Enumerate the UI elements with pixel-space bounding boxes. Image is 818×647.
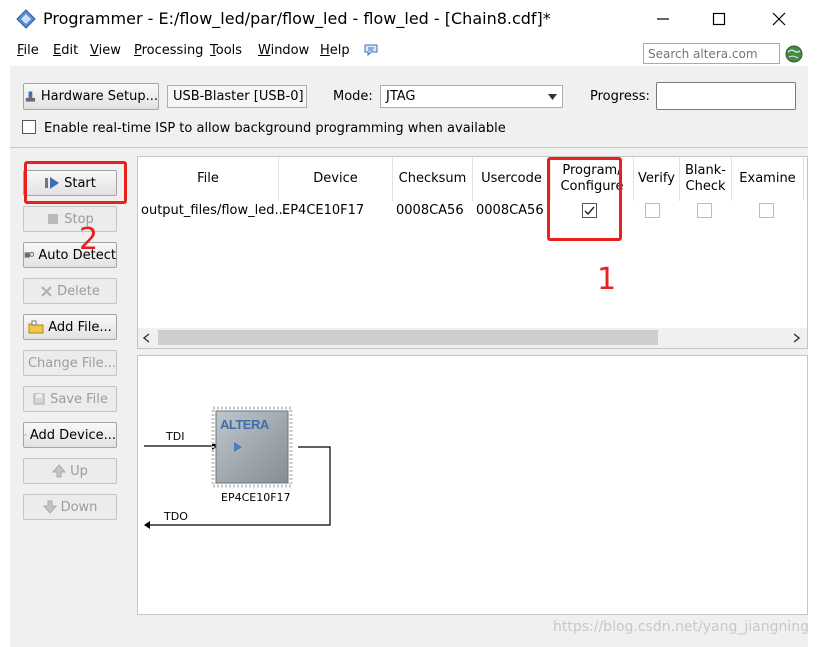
isp-checkbox[interactable] (22, 120, 36, 134)
hardware-value-field: USB-Blaster [USB-0] (167, 85, 307, 108)
menu-tools[interactable]: Tools (210, 43, 242, 58)
toolbar-separator (10, 147, 808, 148)
down-icon (42, 500, 57, 514)
column-header-verify[interactable]: Verify (634, 157, 680, 201)
column-header-blank-check[interactable]: Blank- Check (680, 157, 732, 201)
right-edge (808, 66, 818, 647)
tdi-label: TDI (166, 430, 185, 443)
save-file-icon (33, 393, 45, 405)
chevron-down-icon (548, 94, 557, 100)
maximize-icon (712, 12, 726, 26)
search-input[interactable] (643, 43, 780, 64)
hardware-setup-button[interactable]: Hardware Setup... (23, 83, 159, 110)
chip-label: EP4CE10F17 (221, 491, 291, 504)
annotation-box-program (547, 157, 622, 241)
mode-label: Mode: (333, 89, 373, 104)
add-file-icon (28, 320, 44, 334)
auto-detect-icon (24, 251, 35, 258)
scroll-right-icon[interactable] (793, 333, 800, 343)
menu-help[interactable]: Help (320, 43, 350, 58)
add-device-icon (24, 434, 26, 436)
add-device-label: Add Device... (29, 427, 116, 443)
add-device-button[interactable]: Add Device... (23, 422, 117, 448)
mode-select[interactable]: JTAG (380, 85, 563, 108)
blank-check-checkbox[interactable] (697, 203, 712, 218)
maximize-button[interactable] (704, 6, 734, 32)
mode-value: JTAG (386, 89, 416, 104)
annotation-mark-2: 2 (79, 222, 99, 257)
progress-bar (656, 82, 796, 110)
column-header-usercode[interactable]: Usercode (473, 157, 551, 201)
down-button[interactable]: Down (23, 494, 117, 520)
annotation-mark-1: 1 (597, 262, 617, 297)
whats-this-icon[interactable] (363, 42, 379, 58)
close-button[interactable] (764, 6, 794, 32)
title-bar: Programmer - E:/flow_led/par/flow_led - … (0, 0, 818, 38)
change-file-label: Change File... (27, 355, 117, 371)
scrollbar-thumb[interactable] (158, 330, 658, 345)
up-button[interactable]: Up (23, 458, 117, 484)
add-file-button[interactable]: Add File... (23, 314, 117, 340)
row-device: EP4CE10F17 (282, 203, 365, 218)
delete-icon (41, 285, 52, 297)
chain-diagram-canvas (144, 406, 331, 529)
menu-file[interactable]: File (17, 43, 39, 58)
progress-label: Progress: (590, 89, 650, 104)
column-header-examine[interactable]: Examine (732, 157, 804, 201)
stop-icon (48, 214, 59, 224)
auto-detect-button[interactable]: Auto Detect (23, 242, 117, 268)
up-icon (52, 464, 67, 478)
left-edge (0, 66, 10, 647)
column-header-device[interactable]: Device (279, 157, 393, 201)
scroll-left-icon[interactable] (143, 333, 150, 343)
horizontal-scrollbar[interactable] (138, 328, 807, 348)
window-title: Programmer - E:/flow_led/par/flow_led - … (43, 9, 551, 28)
close-icon (772, 12, 786, 26)
watermark: https://blog.csdn.net/yang_jiangning (553, 619, 810, 635)
programmer-app-icon (16, 9, 36, 29)
add-file-label: Add File... (48, 319, 112, 335)
save-file-label: Save File (50, 391, 108, 407)
down-label: Down (60, 499, 98, 515)
stop-button[interactable]: Stop (23, 206, 117, 232)
isp-label: Enable real-time ISP to allow background… (44, 121, 506, 136)
menu-processing[interactable]: Processing (134, 43, 203, 58)
annotation-box-start (24, 161, 127, 204)
minimize-icon (657, 18, 669, 20)
row-checksum: 0008CA56 (396, 203, 464, 218)
tdo-label: TDO (164, 510, 188, 523)
menu-view[interactable]: View (90, 43, 121, 58)
column-header-checksum[interactable]: Checksum (393, 157, 473, 201)
jtag-chain-diagram: ALTERA EP4CE10F17 TDI TDO (137, 355, 808, 615)
menu-edit[interactable]: Edit (53, 43, 78, 58)
verify-checkbox[interactable] (645, 203, 660, 218)
examine-checkbox[interactable] (759, 203, 774, 218)
column-header-file[interactable]: File (138, 157, 279, 201)
minimize-button[interactable] (648, 6, 678, 32)
auto-detect-label: Auto Detect (38, 247, 116, 263)
hardware-setup-label: Hardware Setup... (40, 89, 158, 104)
tdo-arrow (144, 521, 150, 529)
chip-logo: ALTERA (220, 417, 269, 432)
globe-search-icon[interactable] (785, 45, 803, 63)
hardware-icon (25, 90, 36, 102)
save-file-button[interactable]: Save File (23, 386, 117, 412)
row-file: output_files/flow_led... (141, 203, 287, 218)
row-usercode: 0008CA56 (476, 203, 544, 218)
delete-label: Delete (57, 283, 100, 299)
change-file-button[interactable]: Change File... (23, 350, 117, 376)
delete-button[interactable]: Delete (23, 278, 117, 304)
device-chain-table: File Device Checksum Usercode Program/ C… (137, 156, 808, 349)
up-label: Up (70, 463, 88, 479)
menu-window[interactable]: Window (258, 43, 309, 58)
